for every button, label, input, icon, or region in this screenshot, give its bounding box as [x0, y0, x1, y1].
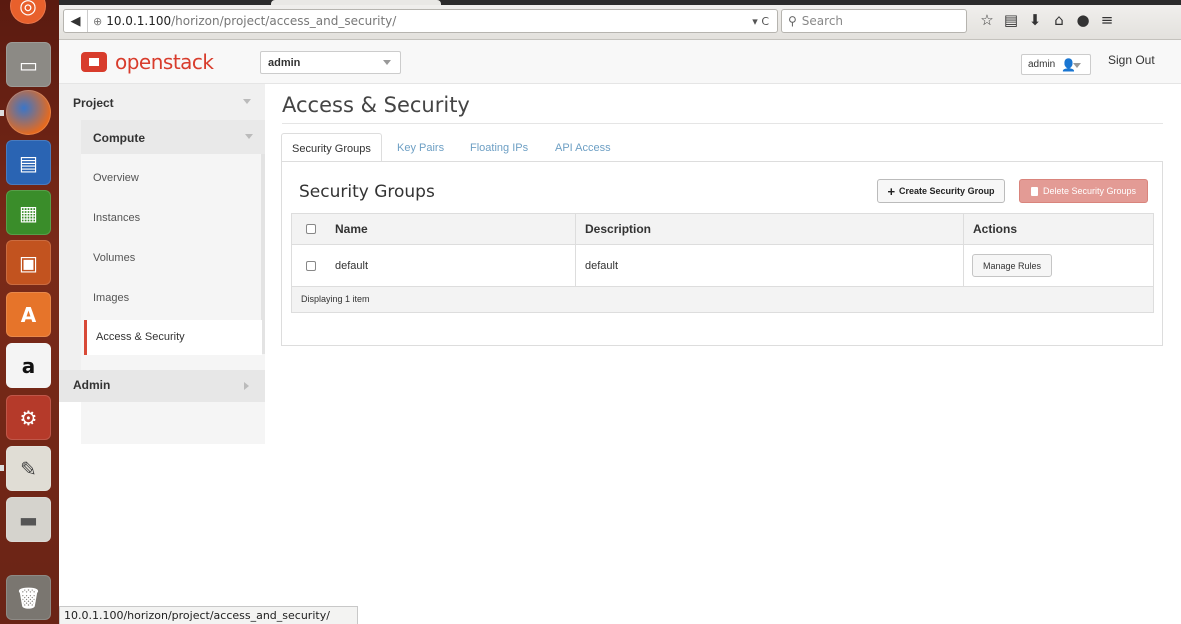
search-icon: ⚲: [788, 14, 797, 28]
column-header-label: Description: [585, 222, 652, 236]
toolbar-icons: ☆ ▤ ⬇ ⌂ ● ≡: [975, 11, 1119, 31]
browser-toolbar: ◀ ⊕ 10.0.1.100/horizon/project/access_an…: [59, 0, 1181, 40]
row-description: default: [575, 245, 963, 286]
ubuntu-dash-icon[interactable]: ◎: [10, 0, 46, 24]
sidebar-compute[interactable]: Compute: [81, 120, 265, 154]
menu-icon[interactable]: ≡: [1095, 11, 1119, 31]
url-host: 10.0.1.100: [106, 14, 172, 28]
row-select-cell: [292, 245, 328, 286]
trash-icon[interactable]: 🗑: [6, 575, 51, 620]
sign-out-link[interactable]: Sign Out: [1108, 53, 1155, 67]
user-menu[interactable]: admin 👤: [1021, 54, 1091, 75]
sidebar-item-overview[interactable]: Overview: [93, 172, 139, 184]
tab-label: API Access: [555, 142, 611, 154]
project-selector[interactable]: admin: [260, 51, 401, 74]
manage-rules-button[interactable]: Manage Rules: [972, 254, 1053, 277]
tab-api-access[interactable]: API Access: [545, 133, 621, 162]
sidebar-admin[interactable]: Admin: [59, 370, 265, 402]
chevron-down-icon: [243, 99, 251, 104]
sidebar-item-instances[interactable]: Instances: [93, 212, 140, 224]
row-checkbox[interactable]: [306, 260, 316, 271]
create-button-label: Create Security Group: [899, 186, 995, 196]
text-editor-icon[interactable]: ✎: [6, 446, 51, 491]
link-status-bar: 10.0.1.100/horizon/project/access_and_se…: [59, 606, 358, 624]
system-settings-icon[interactable]: ⚙: [6, 395, 51, 440]
chevron-down-icon: [383, 60, 391, 65]
select-all-cell: [292, 214, 328, 244]
amazon-icon[interactable]: a: [6, 343, 51, 388]
tab-floating-ips[interactable]: Floating IPs: [460, 133, 538, 162]
tab-label: Floating IPs: [470, 142, 529, 154]
tab-security-groups[interactable]: Security Groups: [281, 133, 382, 163]
create-security-group-button[interactable]: + Create Security Group: [877, 179, 1005, 203]
user-menu-label: admin: [1028, 59, 1056, 70]
logo-text: openstack: [115, 50, 214, 74]
search-input[interactable]: ⚲ Search: [781, 9, 967, 33]
security-groups-table: Name Description Actions default default…: [291, 213, 1154, 313]
tab-strip: [59, 0, 1181, 5]
page-title: Access & Security: [282, 93, 470, 117]
sidebar-project-label: Project: [73, 96, 114, 110]
home-icon[interactable]: ⌂: [1047, 11, 1071, 31]
tab-key-pairs[interactable]: Key Pairs: [387, 133, 454, 162]
trash-icon: [1030, 186, 1038, 196]
browser-tab[interactable]: [271, 0, 441, 5]
divider: [282, 123, 1163, 124]
bookmarks-list-icon[interactable]: ▤: [999, 11, 1023, 31]
sidebar-compute-label: Compute: [93, 131, 145, 145]
chevron-down-icon: [245, 134, 253, 139]
delete-security-groups-button[interactable]: Delete Security Groups: [1019, 179, 1148, 203]
row-name: default: [335, 259, 369, 272]
openstack-logo-icon: [81, 52, 107, 72]
sidebar-item-label: Access & Security: [96, 331, 185, 343]
software-center-icon[interactable]: A: [6, 292, 51, 337]
plus-icon: +: [887, 183, 896, 199]
row-actions: Manage Rules: [963, 245, 1153, 286]
sidebar-item-access-security[interactable]: Access & Security: [84, 320, 262, 355]
sidebar-item-volumes[interactable]: Volumes: [93, 252, 135, 264]
tab-label: Key Pairs: [397, 142, 445, 154]
running-indicator: [0, 110, 4, 116]
chevron-down-icon: [1073, 63, 1081, 68]
ubuntu-launcher: ◎ ▭ ▤ ▦ ▣ A a ⚙ ✎ ▬ 🗑: [0, 0, 59, 624]
table-row: default default Manage Rules: [292, 245, 1153, 287]
back-button[interactable]: ◀: [64, 10, 88, 32]
download-icon[interactable]: ⬇: [1023, 11, 1047, 31]
chat-icon[interactable]: ●: [1071, 11, 1095, 31]
table-header: Name Description Actions: [292, 214, 1153, 245]
column-header-label: Name: [335, 222, 368, 236]
firefox-icon[interactable]: [6, 90, 51, 135]
files-icon[interactable]: ▭: [6, 42, 51, 87]
column-header-description[interactable]: Description: [575, 214, 963, 244]
project-selector-value: admin: [268, 57, 301, 69]
calc-icon[interactable]: ▦: [6, 190, 51, 235]
running-indicator: [0, 465, 4, 471]
sidebar-admin-label: Admin: [73, 378, 111, 392]
sidebar-project[interactable]: Project: [59, 84, 265, 120]
bookmark-star-icon[interactable]: ☆: [975, 11, 999, 31]
tab-label: Security Groups: [292, 143, 371, 155]
panel-title: Security Groups: [299, 182, 435, 202]
impress-icon[interactable]: ▣: [6, 240, 51, 285]
sidebar: Project Compute Overview Instances Volum…: [59, 84, 265, 444]
search-placeholder: Search: [801, 14, 844, 28]
select-all-checkbox[interactable]: [306, 224, 316, 234]
table-footer: Displaying 1 item: [292, 287, 1153, 312]
drive-icon[interactable]: ▬: [6, 497, 51, 542]
openstack-logo[interactable]: openstack: [81, 50, 214, 74]
reload-icon[interactable]: ▾ C: [752, 15, 769, 28]
column-header-name[interactable]: Name: [328, 214, 575, 244]
globe-icon: ⊕: [93, 14, 103, 28]
delete-button-label: Delete Security Groups: [1042, 186, 1137, 196]
column-header-actions: Actions: [963, 214, 1153, 244]
column-header-label: Actions: [973, 222, 1018, 236]
url-bar[interactable]: ◀ ⊕ 10.0.1.100/horizon/project/access_an…: [63, 9, 778, 33]
chevron-right-icon: [244, 382, 249, 390]
horizon-header: openstack admin admin 👤 Sign Out: [59, 40, 1181, 84]
writer-icon[interactable]: ▤: [6, 140, 51, 185]
sidebar-item-images[interactable]: Images: [93, 292, 129, 304]
url-path: /horizon/project/access_and_security/: [171, 14, 397, 28]
security-groups-panel: Security Groups + Create Security Group …: [281, 161, 1163, 346]
